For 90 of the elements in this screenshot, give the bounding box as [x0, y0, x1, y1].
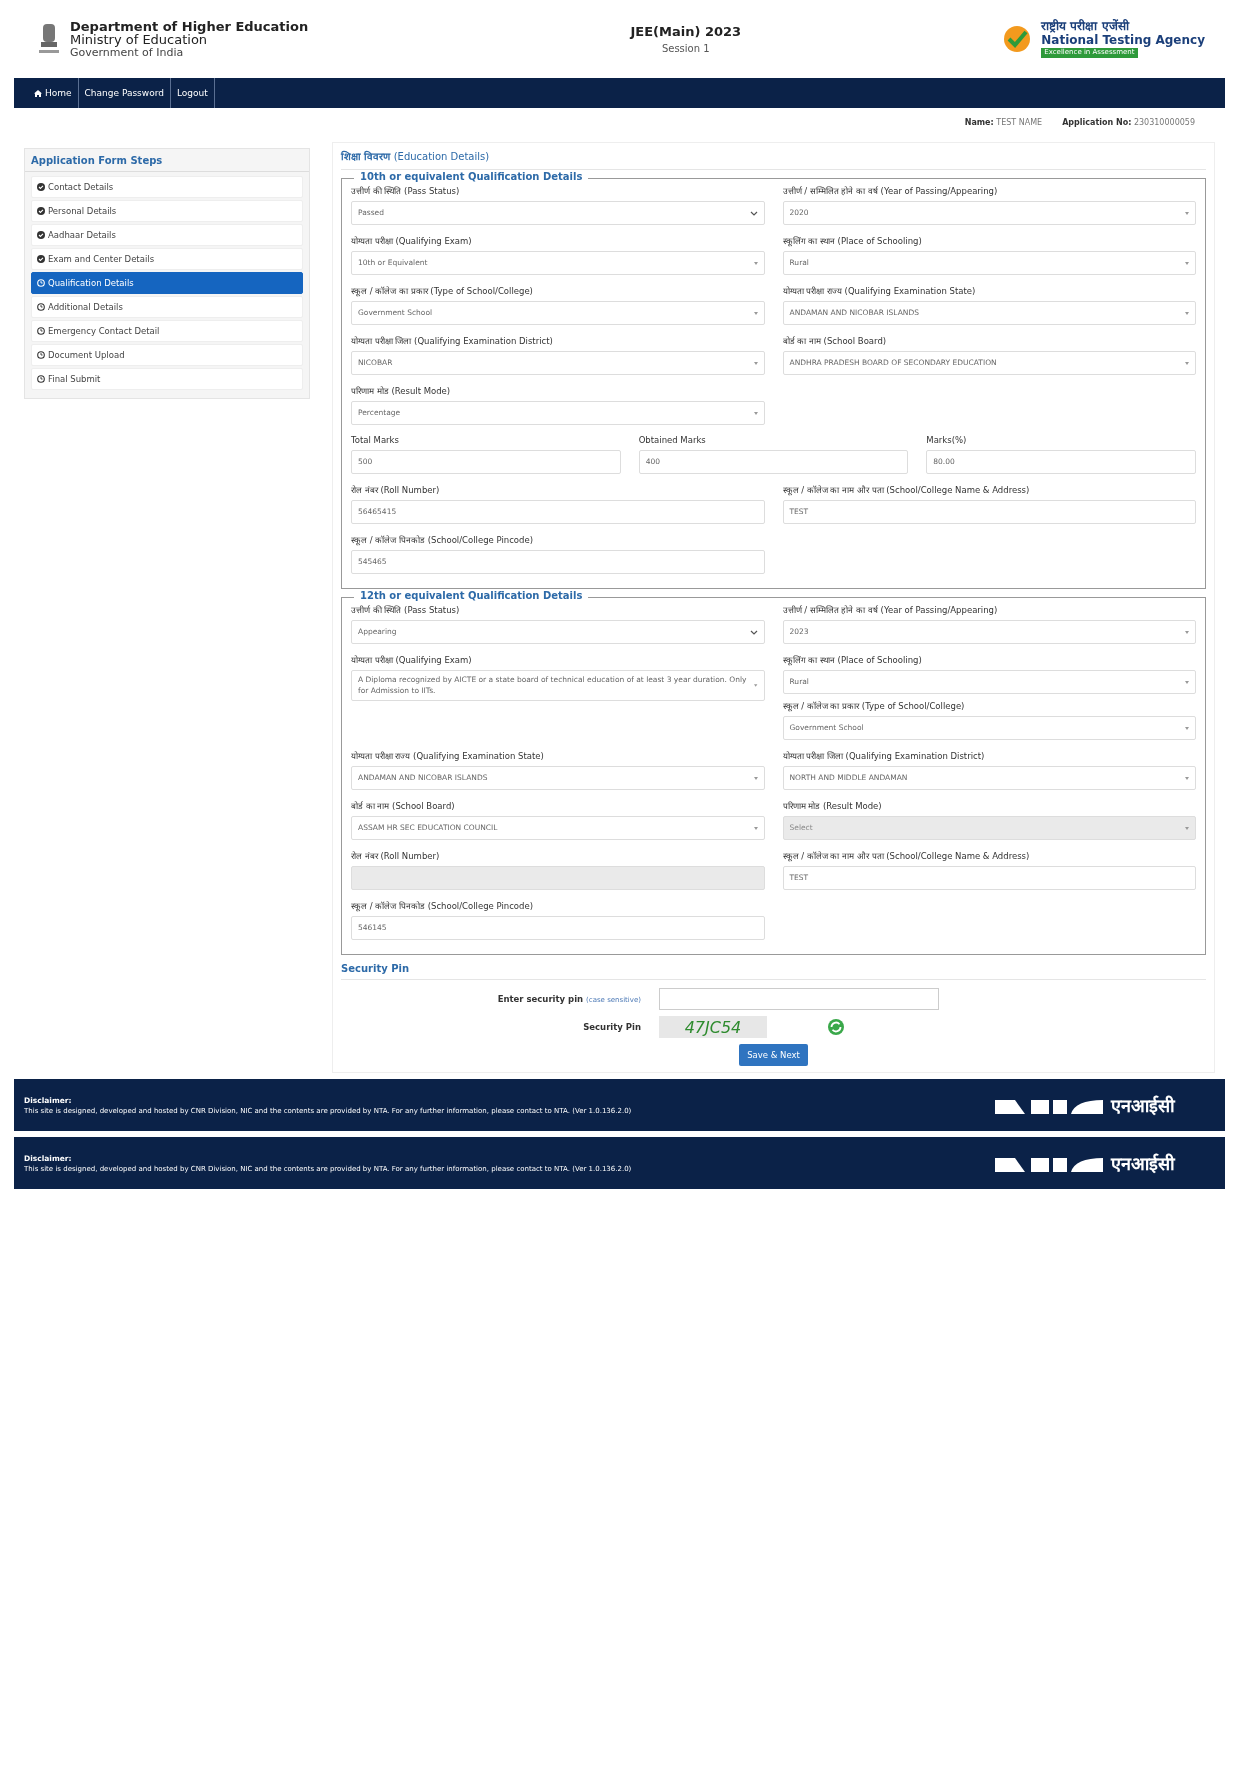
field-label: योग्यता परीक्षा जिला (Qualifying Examination District): [782, 750, 986, 761]
field-label: स्कूलिंग का स्थान (Place of Schooling): [782, 654, 923, 665]
captcha-image: 47JC54: [659, 1016, 767, 1038]
security-title: Security Pin: [341, 961, 1206, 980]
pin-input-field[interactable]: [659, 988, 939, 1010]
candidate-name: Name: TEST NAME: [964, 118, 1043, 129]
field-label: परिणाम मोड (Result Mode): [351, 385, 452, 396]
caret-down-icon: [1185, 680, 1189, 684]
caret-down-icon: [1185, 311, 1189, 315]
check-circle-icon: [37, 207, 45, 215]
clock-icon: [37, 351, 45, 359]
caret-down-icon: [753, 361, 758, 365]
nic-logo-text: एनआईसी: [1111, 1152, 1175, 1175]
check-circle-icon: [37, 255, 45, 263]
field-label: योग्यता परीक्षा जिला (Qualifying Examination District): [351, 335, 554, 346]
ministry-name: Ministry of Education: [70, 33, 208, 47]
chevron-down-icon: [749, 210, 758, 216]
caret-down-icon: [753, 261, 758, 265]
nic-logo-text: एनआईसी: [1111, 1094, 1175, 1117]
home-icon: [34, 89, 42, 97]
field-label: उत्तीर्ण की स्थिति (Pass Status): [351, 185, 461, 196]
caret-down-icon: [1185, 826, 1189, 830]
caret-down-icon: [1185, 776, 1189, 780]
caret-down-icon: [1185, 211, 1189, 215]
refresh-icon[interactable]: [827, 1018, 845, 1036]
save-next-button[interactable]: Save & Next: [739, 1044, 808, 1066]
field-label: स्कूल / कॉलेज का नाम और पता (School/College Name & Address): [782, 850, 1031, 861]
clock-icon: [37, 303, 45, 311]
field-label: स्कूल / कॉलेज पिनकोड (School/College Pincode): [351, 534, 534, 545]
chevron-down-icon: [749, 629, 758, 635]
step-item[interactable]: Document Upload: [31, 344, 303, 366]
field-label: योग्यता परीक्षा राज्य (Qualifying Examination State): [351, 750, 545, 761]
agency-hindi-name: राष्ट्रीय परीक्षा एजेंसी: [1041, 20, 1130, 34]
field-label: Total Marks: [351, 435, 400, 445]
field-label: Obtained Marks: [638, 435, 707, 445]
nav-link[interactable]: Home: [28, 78, 79, 108]
field-label: योग्यता परीक्षा (Qualifying Exam): [351, 654, 473, 665]
step-item[interactable]: Exam and Center Details: [31, 248, 303, 270]
step-item[interactable]: Qualification Details: [31, 272, 303, 294]
field-label: योग्यता परीक्षा (Qualifying Exam): [351, 235, 473, 246]
clock-icon: [37, 375, 45, 383]
field-label: रोल नंबर (Roll Number): [351, 484, 441, 495]
step-item[interactable]: Emergency Contact Detail: [31, 320, 303, 342]
caret-down-icon: [1185, 261, 1189, 265]
caret-down-icon: [1185, 361, 1189, 365]
field-label: उत्तीर्ण की स्थिति (Pass Status): [351, 604, 461, 615]
clock-icon: [37, 327, 45, 335]
field-label: योग्यता परीक्षा राज्य (Qualifying Examination State): [782, 285, 977, 296]
exam-title: JEE(Main) 2023: [630, 24, 742, 39]
clock-icon: [37, 279, 45, 287]
caret-down-icon: [753, 776, 758, 780]
session-label: Session 1: [661, 43, 710, 54]
emblem-icon: [38, 22, 60, 56]
nav-link[interactable]: Logout: [170, 78, 215, 108]
field-label: स्कूल / कॉलेज का प्रकार (Type of School/College): [782, 700, 966, 711]
nav-link[interactable]: Change Password: [78, 78, 171, 108]
caret-down-icon: [753, 311, 758, 315]
application-number: Application No: 230310000059: [1062, 118, 1195, 129]
caret-down-icon: [1185, 630, 1189, 634]
check-circle-icon: [37, 183, 45, 191]
field-label: उत्तीर्ण / सम्मिलित होने का वर्ष (Year of Passing/Appearing): [782, 185, 999, 196]
department-name: Department of Higher Education: [70, 19, 309, 34]
section-title: 10th or equivalent Qualification Details: [354, 171, 589, 182]
field-label: स्कूल / कॉलेज पिनकोड (School/College Pincode): [351, 900, 534, 911]
caret-down-icon: [753, 826, 758, 830]
steps-title: Application Form Steps: [25, 149, 309, 172]
field-label: बोर्ड का नाम (School Board): [782, 335, 888, 346]
step-item[interactable]: Contact Details: [31, 176, 303, 198]
step-item[interactable]: Aadhaar Details: [31, 224, 303, 246]
field-label: स्कूल / कॉलेज का प्रकार (Type of School/College): [351, 285, 534, 296]
field-label: उत्तीर्ण / सम्मिलित होने का वर्ष (Year of Passing/Appearing): [782, 604, 999, 615]
section-title: 12th or equivalent Qualification Details: [354, 590, 589, 601]
captcha-label: Security Pin: [582, 1022, 641, 1032]
step-item[interactable]: Personal Details: [31, 200, 303, 222]
caret-down-icon: [753, 411, 758, 415]
field-label: स्कूल / कॉलेज का नाम और पता (School/College Name & Address): [782, 484, 1031, 495]
field-label: परिणाम मोड (Result Mode): [782, 800, 883, 811]
field-label: बोर्ड का नाम (School Board): [351, 800, 456, 811]
step-item[interactable]: Additional Details: [31, 296, 303, 318]
caret-down-icon: [754, 683, 758, 687]
agency-name: National Testing Agency: [1041, 33, 1205, 47]
step-item[interactable]: Final Submit: [31, 368, 303, 390]
field-label: स्कूलिंग का स्थान (Place of Schooling): [782, 235, 923, 246]
field-label: Marks(%): [926, 435, 968, 445]
caret-down-icon: [1185, 726, 1189, 730]
check-logo-icon: [1003, 25, 1032, 53]
check-circle-icon: [37, 231, 45, 239]
field-label: रोल नंबर (Roll Number): [351, 850, 441, 861]
government-name: Government of India: [70, 46, 185, 59]
form-title: शिक्षा विवरण (Education Details): [341, 147, 1206, 170]
